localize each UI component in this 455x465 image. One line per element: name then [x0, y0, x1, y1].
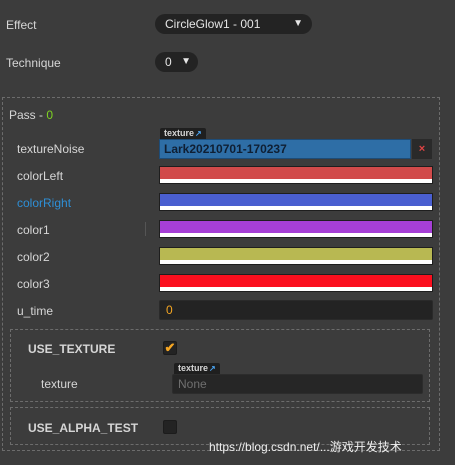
effect-label: Effect — [6, 18, 37, 32]
effect-select-value: CircleGlow1 - 001 — [165, 17, 261, 31]
color2-label: color2 — [17, 250, 50, 264]
texture-tag: texture↗ — [174, 363, 220, 374]
color3-swatch[interactable] — [159, 274, 433, 292]
technique-select[interactable]: 0 ▼ — [155, 52, 198, 72]
external-link-icon[interactable]: ↗ — [195, 129, 202, 138]
color-left-fill — [160, 167, 432, 179]
color1-fill — [160, 221, 432, 233]
effect-select[interactable]: CircleGlow1 - 001 ▼ — [155, 14, 312, 34]
color3-label: color3 — [17, 277, 50, 291]
color-left-label: colorLeft — [17, 169, 64, 183]
external-link-icon[interactable]: ↗ — [209, 364, 216, 373]
texture-tag-text: texture — [164, 128, 195, 138]
use-texture-label: USE_TEXTURE — [28, 342, 116, 356]
watermark-text: https://blog.csdn.net/...游戏开发技术 — [209, 440, 402, 454]
use-alpha-test-checkbox[interactable] — [163, 420, 177, 434]
color1-alpha-bar — [160, 233, 432, 237]
texture-noise-tag: texture↗ — [160, 128, 206, 139]
color1-swatch[interactable] — [159, 220, 433, 238]
clear-texture-button[interactable]: × — [412, 139, 432, 159]
texture-noise-label: textureNoise — [17, 142, 85, 156]
pass-header[interactable]: Pass - 0 — [9, 108, 53, 122]
color2-alpha-bar — [160, 260, 432, 264]
texture-tag-text: texture — [178, 363, 209, 373]
separator — [145, 222, 146, 236]
color2-swatch[interactable] — [159, 247, 433, 265]
use-alpha-test-label: USE_ALPHA_TEST — [28, 421, 139, 435]
color2-fill — [160, 248, 432, 260]
color-right-label: colorRight — [17, 196, 72, 210]
pass-label: Pass - — [9, 108, 47, 122]
u-time-input[interactable]: 0 — [159, 300, 433, 320]
color-right-alpha-bar — [160, 206, 432, 210]
color-left-alpha-bar — [160, 179, 432, 183]
color-left-swatch[interactable] — [159, 166, 433, 184]
pass-index: 0 — [46, 108, 54, 122]
u-time-label: u_time — [17, 304, 54, 318]
texture-label: texture — [41, 377, 78, 391]
technique-label: Technique — [6, 56, 61, 70]
checkmark-icon: ✔ — [164, 340, 176, 355]
texture-asset-field[interactable]: None — [172, 374, 423, 394]
color-right-fill — [160, 194, 432, 206]
texture-noise-field[interactable]: Lark20210701-170237 — [159, 139, 411, 159]
color1-label: color1 — [17, 223, 50, 237]
chevron-down-icon: ▼ — [293, 18, 303, 29]
technique-select-value: 0 — [165, 55, 172, 69]
color-right-swatch[interactable] — [159, 193, 433, 211]
chevron-down-icon: ▼ — [181, 56, 191, 67]
color3-alpha-bar — [160, 287, 432, 291]
color3-fill — [160, 275, 432, 287]
use-texture-checkbox[interactable]: ✔ — [163, 341, 177, 355]
